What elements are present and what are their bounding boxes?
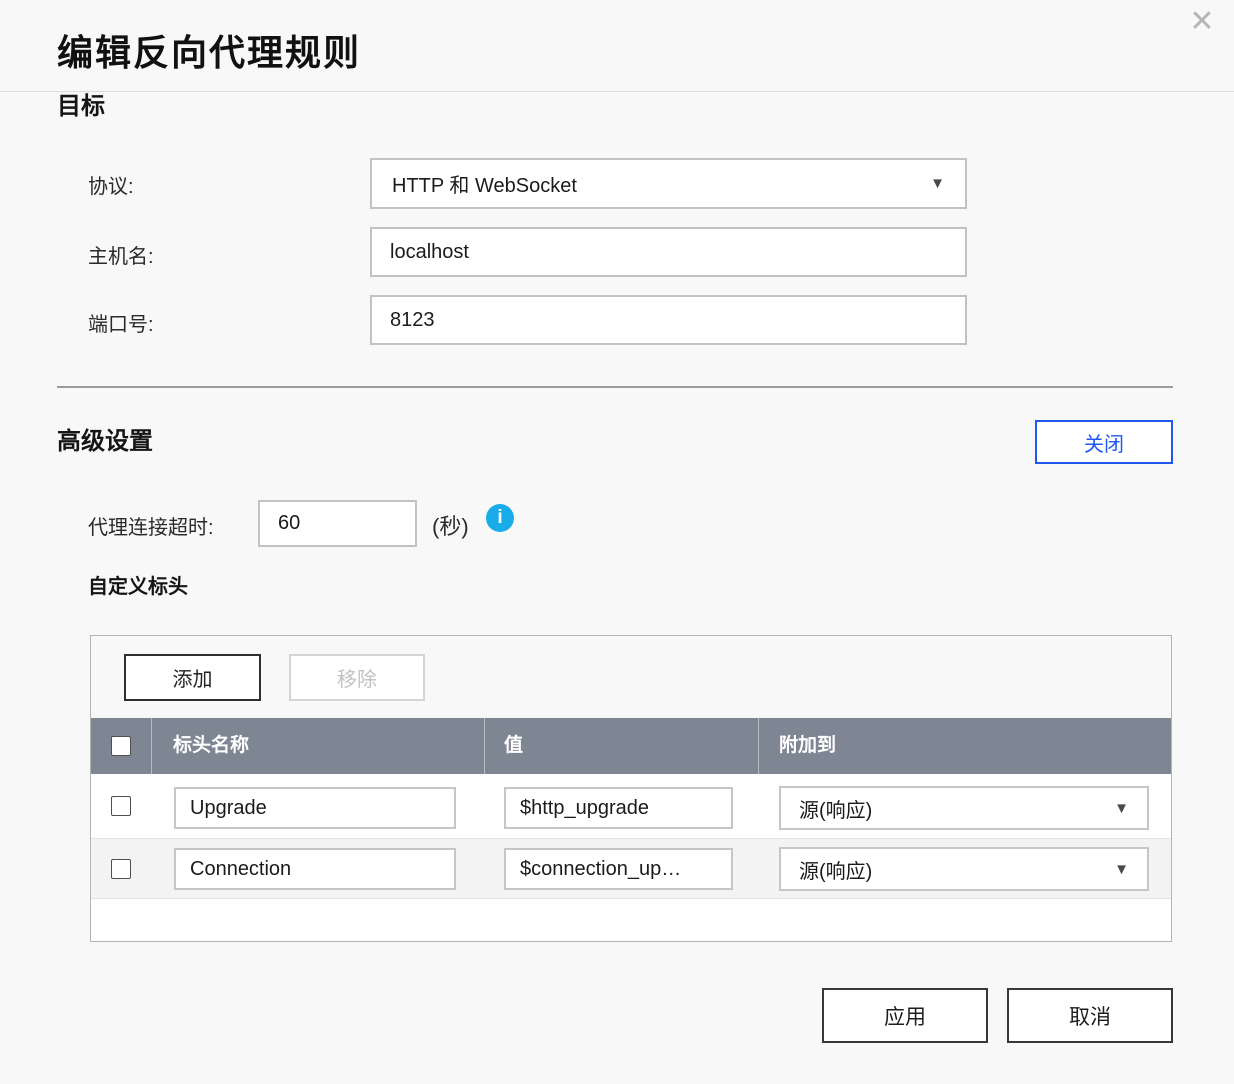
column-header-value: 值 <box>504 718 523 774</box>
dialog-header: 编辑反向代理规则 ✕ <box>0 0 1234 92</box>
protocol-label: 协议: <box>88 170 134 199</box>
protocol-selected-value: HTTP 和 WebSocket <box>392 169 577 198</box>
header-value-input[interactable] <box>504 787 733 829</box>
section-divider <box>57 386 1173 388</box>
custom-headers-table: 添加 移除 标头名称 值 附加到 源(响应) ▼ <box>90 635 1172 942</box>
table-toolbar: 添加 移除 <box>91 636 1171 718</box>
port-label: 端口号: <box>88 308 154 337</box>
select-all-checkbox[interactable] <box>111 736 131 756</box>
column-separator <box>758 718 759 774</box>
table-row: 源(响应) ▼ <box>91 774 1171 838</box>
protocol-select[interactable]: HTTP 和 WebSocket ▼ <box>370 158 967 209</box>
custom-headers-heading: 自定义标头 <box>88 570 188 599</box>
chevron-down-icon: ▼ <box>1114 861 1129 878</box>
column-separator <box>151 718 152 774</box>
column-header-name: 标头名称 <box>173 718 249 774</box>
column-header-append-to: 附加到 <box>779 718 836 774</box>
dialog-body: 目标 协议: HTTP 和 WebSocket ▼ 主机名: 端口号: 高级设置… <box>0 93 1234 1084</box>
dialog-title: 编辑反向代理规则 <box>57 24 361 76</box>
table-header-row: 标头名称 值 附加到 <box>91 718 1171 774</box>
collapse-advanced-button[interactable]: 关闭 <box>1035 420 1173 464</box>
append-to-select[interactable]: 源(响应) ▼ <box>779 847 1149 891</box>
edit-reverse-proxy-rule-dialog: 编辑反向代理规则 ✕ 目标 协议: HTTP 和 WebSocket ▼ 主机名… <box>0 0 1234 1084</box>
hostname-input[interactable] <box>370 227 967 277</box>
proxy-timeout-label: 代理连接超时: <box>88 511 214 540</box>
append-to-selected-value: 源(响应) <box>799 855 872 884</box>
cancel-button[interactable]: 取消 <box>1007 988 1173 1043</box>
append-to-selected-value: 源(响应) <box>799 794 872 823</box>
hostname-label: 主机名: <box>88 240 154 269</box>
timeout-unit-label: (秒) <box>432 509 469 541</box>
chevron-down-icon: ▼ <box>1114 800 1129 817</box>
proxy-timeout-input[interactable] <box>258 500 417 547</box>
row-checkbox[interactable] <box>111 859 131 879</box>
column-separator <box>484 718 485 774</box>
append-to-select[interactable]: 源(响应) ▼ <box>779 786 1149 830</box>
table-row: 源(响应) ▼ <box>91 838 1171 899</box>
info-icon[interactable]: i <box>486 504 514 532</box>
close-icon[interactable]: ✕ <box>1184 4 1220 40</box>
target-section-heading: 目标 <box>57 93 105 121</box>
row-checkbox[interactable] <box>111 796 131 816</box>
apply-button[interactable]: 应用 <box>822 988 988 1043</box>
chevron-down-icon: ▼ <box>930 175 945 192</box>
header-value-input[interactable] <box>504 848 733 890</box>
header-name-input[interactable] <box>174 848 456 890</box>
add-header-button[interactable]: 添加 <box>124 654 261 701</box>
advanced-section-heading: 高级设置 <box>57 421 153 456</box>
port-input[interactable] <box>370 295 967 345</box>
remove-header-button[interactable]: 移除 <box>289 654 425 701</box>
header-name-input[interactable] <box>174 787 456 829</box>
